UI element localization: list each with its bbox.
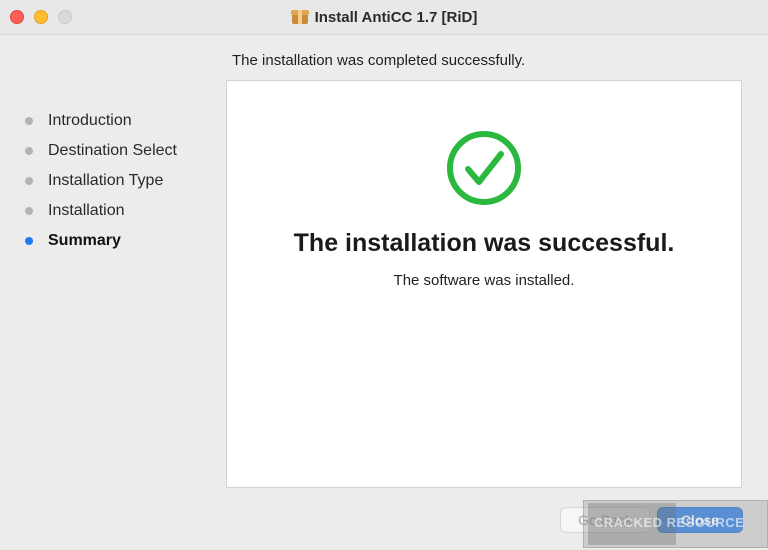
success-subtitle: The software was installed. <box>393 272 575 289</box>
status-header: The installation was completed successfu… <box>232 52 526 69</box>
sidebar-step-label: Destination Select <box>48 142 177 159</box>
step-dot-icon <box>25 207 33 215</box>
summary-panel: The installation was successful. The sof… <box>226 80 742 488</box>
installer-window: Install AntiCC 1.7 [RiD] The installatio… <box>0 0 768 550</box>
sidebar-step-label: Summary <box>48 232 121 249</box>
window-title: Install AntiCC 1.7 [RiD] <box>314 8 478 26</box>
sidebar-step-label: Installation Type <box>48 172 164 189</box>
title-bar: Install AntiCC 1.7 [RiD] <box>0 0 768 35</box>
step-dot-icon <box>25 147 33 155</box>
success-title: The installation was successful. <box>293 229 675 257</box>
checkmark-circle-icon <box>447 131 521 205</box>
sidebar-step-label: Introduction <box>48 112 132 129</box>
window-title-group: Install AntiCC 1.7 [RiD] <box>0 0 768 34</box>
package-icon <box>290 9 309 25</box>
sidebar-step-installation: Installation <box>22 196 222 226</box>
watermark-text: CRACKED RESOURCE <box>594 515 745 530</box>
step-dot-icon <box>25 177 33 185</box>
steps-sidebar: Introduction Destination Select Installa… <box>22 106 222 256</box>
watermark-overlay: CRACKED RESOURCE <box>583 500 768 548</box>
sidebar-step-introduction: Introduction <box>22 106 222 136</box>
sidebar-step-label: Installation <box>48 202 125 219</box>
step-dot-active-icon <box>25 237 33 245</box>
sidebar-step-installation-type: Installation Type <box>22 166 222 196</box>
sidebar-step-summary: Summary <box>22 226 222 256</box>
sidebar-step-destination-select: Destination Select <box>22 136 222 166</box>
step-dot-icon <box>25 117 33 125</box>
